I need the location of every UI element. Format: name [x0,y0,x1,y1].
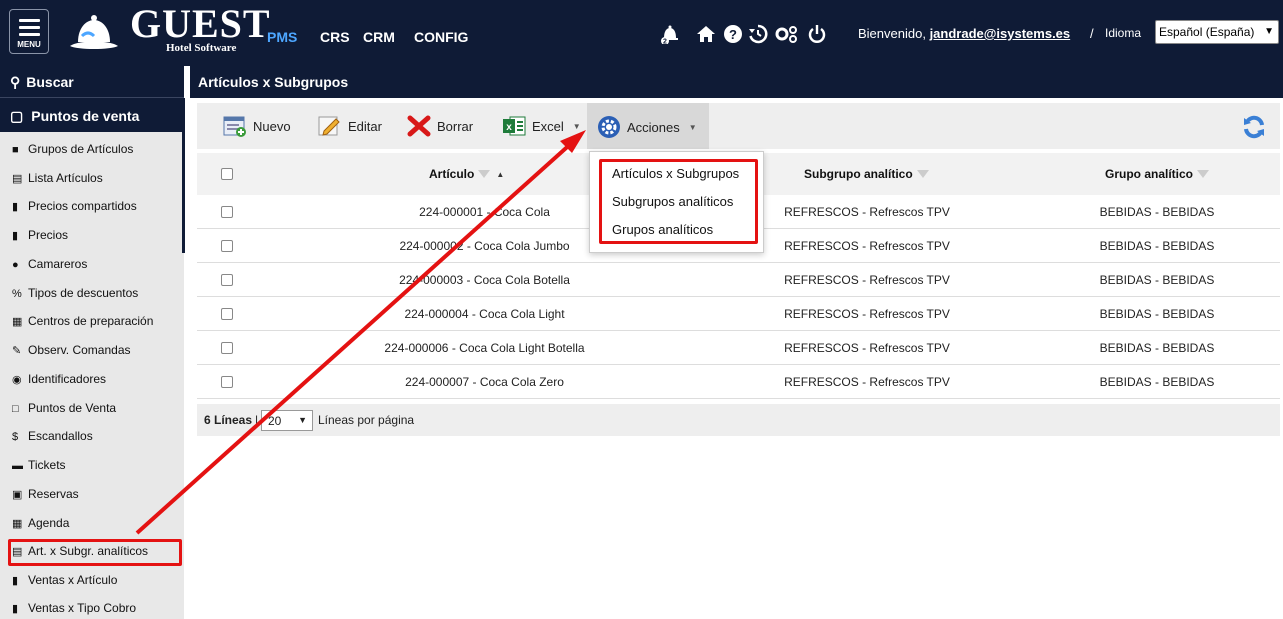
annotation-arrow [135,130,586,535]
